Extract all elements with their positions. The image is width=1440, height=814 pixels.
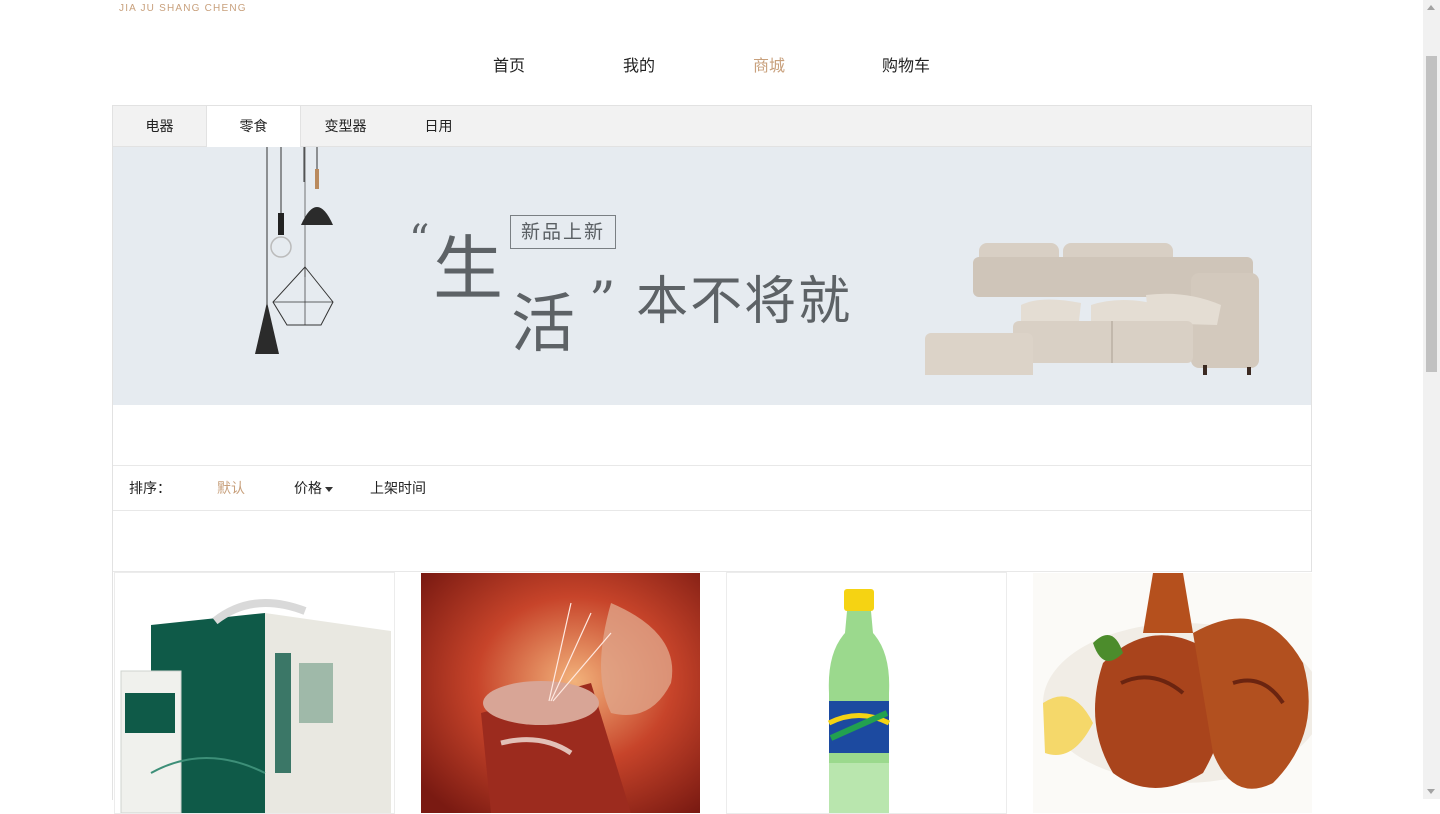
nav-home[interactable]: 首页 xyxy=(493,52,525,76)
tab-daily[interactable]: 日用 xyxy=(392,106,485,146)
page-scrollbar[interactable] xyxy=(1423,0,1440,799)
product-card[interactable] xyxy=(1032,572,1313,814)
banner-slogan: “ 生 活 ” 本不将就 xyxy=(403,213,883,362)
sort-label: 排序： xyxy=(129,480,171,496)
tab-transformers[interactable]: 变型器 xyxy=(299,106,392,146)
spacer-2 xyxy=(113,511,1311,572)
caret-down-icon xyxy=(325,486,333,492)
main-nav: 首页 我的 商城 购物车 xyxy=(0,52,1424,78)
slogan-open-quote: “ xyxy=(409,217,430,263)
scroll-up-icon[interactable] xyxy=(1427,5,1435,10)
sort-price[interactable]: 价格 xyxy=(294,466,333,510)
tab-snacks[interactable]: 零食 xyxy=(206,106,301,147)
sprite-bottle-image xyxy=(727,573,1006,813)
nav-mine[interactable]: 我的 xyxy=(623,52,655,76)
sort-bar: 排序： 默认 价格 上架时间 xyxy=(113,466,1311,511)
slogan-char-huo: 活 xyxy=(511,288,575,362)
brand-subtitle: JIA JU SHANG CHENG xyxy=(119,3,247,14)
product-grid xyxy=(113,572,1313,814)
slogan-char-sheng: 生 xyxy=(433,228,503,310)
nav-mall[interactable]: 商城 xyxy=(753,52,785,76)
nav-cart[interactable]: 购物车 xyxy=(882,52,930,76)
scrollbar-thumb[interactable] xyxy=(1426,56,1437,372)
promo-banner[interactable]: 新品上新 “ 生 活 ” 本不将就 xyxy=(113,147,1311,405)
product-card[interactable] xyxy=(114,572,395,814)
scroll-down-icon[interactable] xyxy=(1427,789,1435,794)
slogan-rest: ” 本不将就 xyxy=(589,272,853,332)
sort-price-label: 价格 xyxy=(294,480,322,496)
category-tabs: 电器 零食 变型器 日用 xyxy=(113,106,1311,147)
mall-container: 电器 零食 变型器 日用 新品上新 “ 生 活 ” 本不将就 排序： 默认 价格… xyxy=(112,105,1313,814)
pendant-lamps-illustration xyxy=(255,147,334,354)
product-card[interactable] xyxy=(420,572,701,814)
milk-carton-image xyxy=(115,573,394,813)
spacer-1 xyxy=(113,405,1311,466)
roast-chicken-legs-image xyxy=(1033,573,1312,813)
tab-appliances[interactable]: 电器 xyxy=(113,106,206,146)
sort-listing-time[interactable]: 上架时间 xyxy=(370,466,426,510)
sofa-illustration xyxy=(925,243,1259,375)
product-card[interactable] xyxy=(726,572,1007,814)
sort-default[interactable]: 默认 xyxy=(217,466,245,510)
cola-can-splash-image xyxy=(421,573,700,813)
